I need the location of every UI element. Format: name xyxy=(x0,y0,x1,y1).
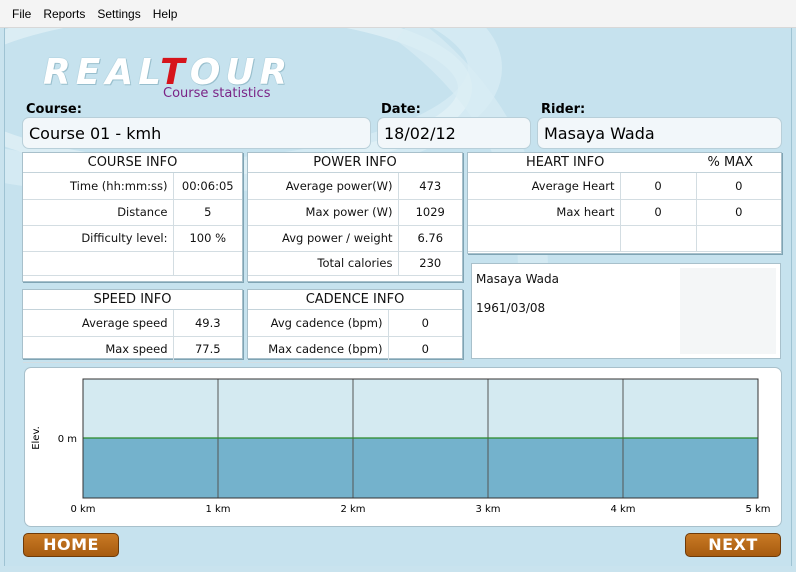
date-label: Date: xyxy=(381,102,421,117)
course-empty-label xyxy=(23,250,174,276)
max-power-label: Max power (W) xyxy=(248,198,399,226)
course-label: Course: xyxy=(26,102,82,117)
avg-heart-pct: 0 xyxy=(695,173,781,200)
course-distance-value: 5 xyxy=(172,198,242,226)
menu-bar: File Reports Settings Help xyxy=(0,0,796,28)
x-tick-label: 4 km xyxy=(610,504,635,515)
x-tick-label: 5 km xyxy=(745,504,770,515)
avg-speed-value: 49.3 xyxy=(172,310,242,337)
menu-reports[interactable]: Reports xyxy=(37,7,91,21)
main-panel: REALTOUR Course statistics Course: Cours… xyxy=(4,28,792,566)
logo-subtitle: Course statistics xyxy=(163,86,271,101)
max-speed-value: 77.5 xyxy=(172,335,242,363)
course-empty-value xyxy=(172,250,242,276)
rider-card-birthdate: 1961/03/08 xyxy=(476,301,546,315)
heart-info-panel: HEART INFO % MAX Average Heart 0 0 Max hea… xyxy=(467,152,782,254)
course-info-title: COURSE INFO xyxy=(23,153,242,173)
avg-heart-value: 0 xyxy=(619,173,697,200)
course-time-value: 00:06:05 xyxy=(172,173,242,200)
speed-info-title: SPEED INFO xyxy=(23,290,242,310)
avg-speed-label: Average speed xyxy=(23,310,174,337)
elevation-chart: 0 km 1 km 2 km 3 km 4 km 5 km 0 m Elev. xyxy=(31,378,771,515)
heart-empty-label xyxy=(468,224,621,252)
menu-settings[interactable]: Settings xyxy=(91,7,146,21)
rider-card-name: Masaya Wada xyxy=(476,272,560,286)
rider-label: Rider: xyxy=(541,102,586,117)
max-cadence-value: 0 xyxy=(387,335,462,363)
course-distance-label: Distance xyxy=(23,198,174,226)
menu-help[interactable]: Help xyxy=(147,7,184,21)
course-field: Course 01 - kmh xyxy=(22,117,371,149)
heart-empty-value xyxy=(619,224,697,252)
rider-field: Masaya Wada xyxy=(537,117,782,149)
avg-cadence-value: 0 xyxy=(387,310,462,337)
max-speed-label: Max speed xyxy=(23,335,174,363)
power-info-panel: POWER INFO Average power(W) 473 Max power… xyxy=(247,152,463,282)
heart-empty-pct xyxy=(695,224,781,252)
heart-pct-max-title: % MAX xyxy=(707,155,754,170)
max-cadence-label: Max cadence (bpm) xyxy=(248,335,389,363)
cadence-info-title: CADENCE INFO xyxy=(248,290,462,310)
course-difficulty-label: Difficulty level: xyxy=(23,224,174,252)
x-tick-label: 0 km xyxy=(70,504,95,515)
date-field: 18/02/12 xyxy=(377,117,531,149)
course-time-label: Time (hh:mm:ss) xyxy=(23,173,174,200)
x-tick-label: 2 km xyxy=(340,504,365,515)
speed-info-panel: SPEED INFO Average speed 49.3 Max speed 77… xyxy=(22,289,243,363)
x-tick-label: 1 km xyxy=(205,504,230,515)
next-button[interactable]: NEXT xyxy=(685,533,781,557)
power-info-title: POWER INFO xyxy=(248,153,462,173)
course-difficulty-value: 100 % xyxy=(172,224,242,252)
avg-power-value: 473 xyxy=(397,173,462,200)
menu-file[interactable]: File xyxy=(6,7,37,21)
max-power-value: 1029 xyxy=(397,198,462,226)
max-heart-pct: 0 xyxy=(695,198,781,226)
x-tick-label: 3 km xyxy=(475,504,500,515)
power-weight-value: 6.76 xyxy=(397,224,462,252)
elevation-chart-box: 0 km 1 km 2 km 3 km 4 km 5 km 0 m Elev. xyxy=(24,367,782,527)
home-button[interactable]: HOME xyxy=(23,533,119,557)
max-heart-label: Max heart xyxy=(468,198,621,226)
avg-power-label: Average power(W) xyxy=(248,173,399,200)
power-weight-label: Avg power / weight xyxy=(248,224,399,252)
cadence-info-panel: CADENCE INFO Avg cadence (bpm) 0 Max cade… xyxy=(247,289,463,363)
course-info-panel: COURSE INFO Time (hh:mm:ss) 00:06:05 Dist… xyxy=(22,152,243,282)
total-calories-value: 230 xyxy=(397,250,462,276)
y-axis-label: Elev. xyxy=(31,426,42,450)
avg-cadence-label: Avg cadence (bpm) xyxy=(248,310,389,337)
max-heart-value: 0 xyxy=(619,198,697,226)
y-tick-label: 0 m xyxy=(58,434,77,445)
elevation-area xyxy=(83,438,758,498)
rider-card: Masaya Wada 1961/03/08 xyxy=(471,263,781,359)
total-calories-label: Total calories xyxy=(248,250,399,276)
avg-heart-label: Average Heart xyxy=(468,173,621,200)
